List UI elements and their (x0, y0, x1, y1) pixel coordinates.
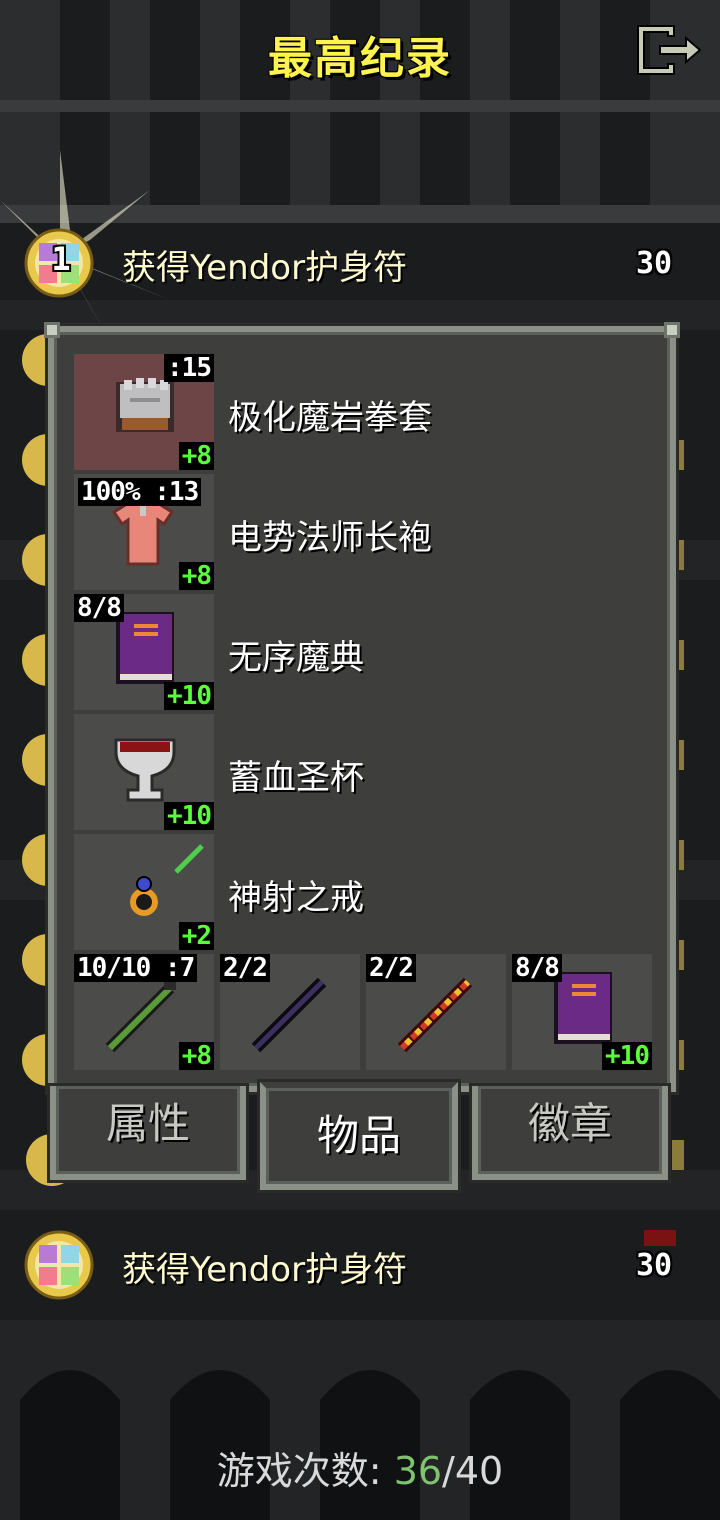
item-slot[interactable]: +10 (74, 714, 214, 830)
games-played-counter: 游戏次数: 36/40 (0, 1440, 720, 1495)
chalice-icon (114, 738, 176, 802)
record-description: 获得Yendor护身符 (122, 1250, 408, 1290)
tab-items[interactable]: 物品 (260, 1082, 458, 1190)
amulet-of-yendor-icon (24, 1230, 94, 1300)
quickslot-top-badge: 8/8 (512, 954, 562, 982)
quickslot[interactable]: 10/10 :7 +8 (74, 954, 214, 1070)
item-top-badge: 100% :13 (78, 478, 202, 506)
record-row[interactable]: 1 获得Yendor护身符 30 (0, 218, 720, 308)
item-slot[interactable]: +2 (74, 834, 214, 950)
quickslot-row: 10/10 :7 +8 2/2 2/2 8/8 +10 (74, 954, 660, 1074)
record-row[interactable]: 获得Yendor护身符 30 (0, 1220, 720, 1310)
item-upgrade-badge: +8 (178, 562, 214, 590)
quickslot-upgrade-badge: +8 (178, 1042, 214, 1070)
tab-badges[interactable]: 徽章 (472, 1086, 668, 1180)
exit-button[interactable] (630, 22, 706, 78)
hero-info-panel: :15 +8 极化魔岩拳套 100% :13 +8 电势法师长袍 8/8 +10… (44, 322, 680, 1092)
record-level: 30 (636, 1248, 673, 1283)
item-slot[interactable]: :15 +8 (74, 354, 214, 470)
games-played-total: 40 (454, 1449, 504, 1493)
tab-label: 物品 (316, 1111, 401, 1160)
record-level: 30 (636, 246, 673, 281)
item-name: 极化魔岩拳套 (228, 398, 432, 438)
inventory-item-row[interactable]: 100% :13 +8 电势法师长袍 (74, 474, 660, 594)
quickslot-top-badge: 2/2 (220, 954, 270, 982)
quickslot-top-badge: 2/2 (366, 954, 416, 982)
item-name: 无序魔典 (228, 638, 364, 678)
quickslot-upgrade-badge: +10 (602, 1042, 652, 1070)
inventory-item-row[interactable]: 8/8 +10 无序魔典 (74, 594, 660, 714)
item-name: 蓄血圣杯 (228, 758, 364, 798)
item-top-badge: 8/8 (74, 594, 124, 622)
record-rank: 1 (51, 240, 71, 278)
skull-marker-icon (644, 1230, 676, 1246)
item-name: 神射之戒 (228, 878, 364, 918)
inventory-item-row[interactable]: +10 蓄血圣杯 (74, 714, 660, 834)
item-upgrade-badge: +2 (178, 922, 214, 950)
tab-label: 徽章 (527, 1099, 612, 1148)
item-upgrade-badge: +10 (164, 682, 214, 710)
tab-stats[interactable]: 属性 (50, 1086, 246, 1180)
games-played-separator: / (442, 1449, 455, 1493)
page-title: 最高纪录 (268, 33, 452, 84)
item-name: 电势法师长袍 (228, 518, 432, 558)
item-slot[interactable]: 100% :13 +8 (74, 474, 214, 590)
games-played-label: 游戏次数: (216, 1449, 382, 1493)
item-upgrade-badge: +8 (178, 442, 214, 470)
games-played-current: 36 (393, 1449, 443, 1493)
tab-label: 属性 (105, 1099, 190, 1148)
ring-icon (130, 844, 204, 916)
exit-door-icon (637, 25, 702, 75)
quickslot-top-badge: 10/10 :7 (74, 954, 198, 982)
item-upgrade-badge: +10 (164, 802, 214, 830)
quickslot[interactable]: 8/8 +10 (512, 954, 652, 1070)
item-top-badge: :15 (164, 354, 214, 382)
record-description: 获得Yendor护身符 (122, 248, 408, 288)
quickslot[interactable]: 2/2 (220, 954, 360, 1070)
gauntlet-icon (116, 378, 174, 432)
panel-corner (664, 322, 680, 338)
panel-corner (44, 322, 60, 338)
inventory-item-row[interactable]: +2 神射之戒 (74, 834, 660, 954)
inventory-item-row[interactable]: :15 +8 极化魔岩拳套 (74, 354, 660, 474)
quickslot[interactable]: 2/2 (366, 954, 506, 1070)
item-slot[interactable]: 8/8 +10 (74, 594, 214, 710)
robe-icon (111, 500, 175, 566)
